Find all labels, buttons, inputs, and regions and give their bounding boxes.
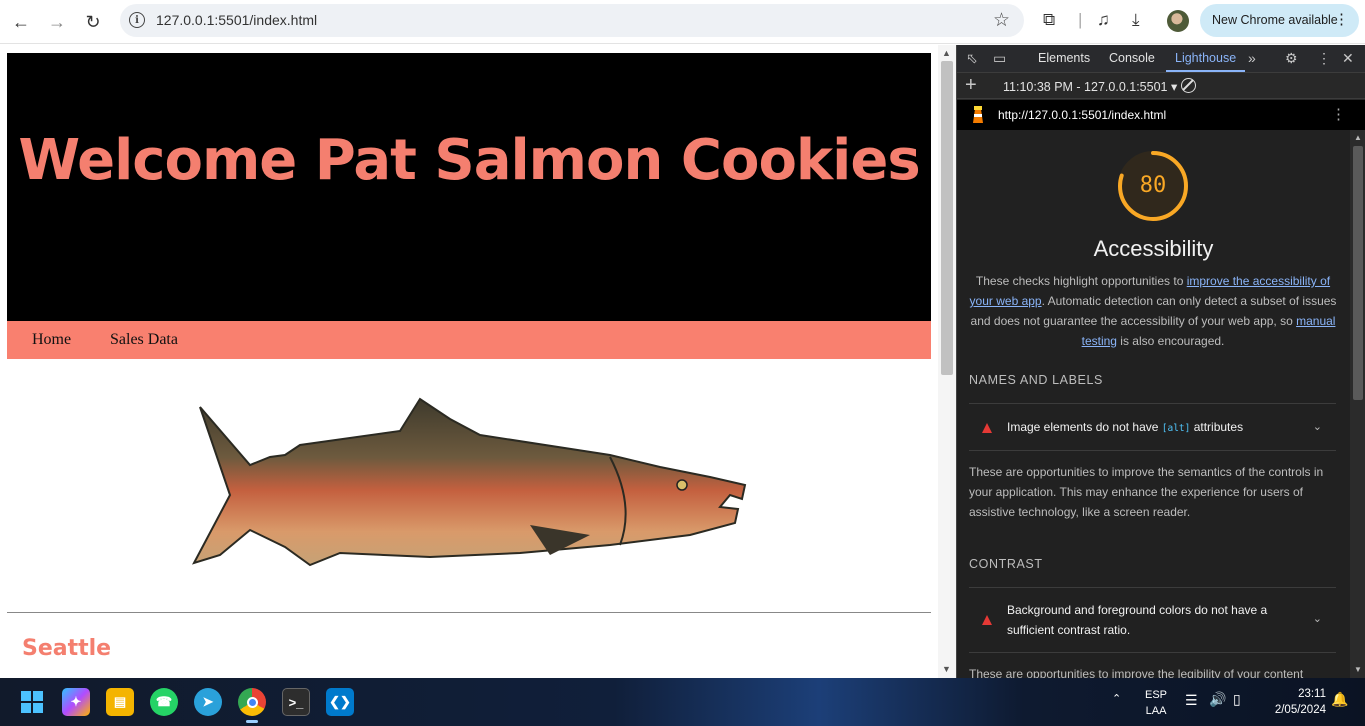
audit-title-image-alt: Image elements do not have [alt] attribu… <box>1007 417 1297 439</box>
audit-title-contrast: Background and foreground colors do not … <box>1007 603 1268 637</box>
chevron-down-icon[interactable]: ⌄ <box>1313 612 1322 625</box>
report-url-bar: http://127.0.0.1:5501/index.html ⋮ <box>957 100 1365 130</box>
fail-triangle-icon <box>982 423 992 433</box>
score-gauge: 80 <box>1115 148 1191 224</box>
tab-console[interactable]: Console <box>1109 51 1155 65</box>
settings-gear-icon[interactable]: ⚙ <box>1285 50 1298 67</box>
devtools-panel: ⬁ ▭ Elements Console Lighthouse » ⚙ ⋮ ✕ … <box>956 45 1365 678</box>
site-info-icon[interactable]: i <box>129 12 145 28</box>
category-description: These checks highlight opportunities to … <box>967 271 1339 351</box>
update-label: New Chrome available <box>1212 13 1338 27</box>
chrome-menu-icon[interactable]: ⋮ <box>1334 10 1349 28</box>
page-scrollbar[interactable]: ▲ ▼ <box>938 45 956 678</box>
language-indicator[interactable]: ESP LAA <box>1145 687 1167 719</box>
wifi-icon[interactable]: ☰ <box>1185 692 1198 709</box>
report-url: http://127.0.0.1:5501/index.html <box>998 108 1167 122</box>
new-chrome-available-button[interactable]: New Chrome available ⋮ <box>1200 4 1359 37</box>
lighthouse-logo-icon <box>973 106 983 123</box>
devtools-scrollbar[interactable]: ▲ ▼ <box>1350 130 1365 678</box>
chrome-taskbar-icon[interactable] <box>238 688 266 723</box>
page-scrollbar-thumb[interactable] <box>941 61 953 375</box>
report-menu-icon[interactable]: ⋮ <box>1331 105 1346 123</box>
clock-time: 23:11 <box>1298 688 1326 700</box>
salmon-image <box>191 397 747 567</box>
audit-color-contrast[interactable]: Background and foreground colors do not … <box>969 587 1336 653</box>
group-description-names-labels: These are opportunities to improve the s… <box>969 465 1324 519</box>
browser-toolbar: ← → ↻ i 127.0.0.1:5501/index.html ☆ ⧉ | … <box>0 0 1365 44</box>
group-description-contrast: These are opportunities to improve the l… <box>969 667 1304 678</box>
language-code: ESP <box>1145 689 1168 701</box>
score-value: 80 <box>1139 173 1167 198</box>
profile-avatar[interactable] <box>1167 10 1189 32</box>
keyboard-layout: LAA <box>1145 705 1167 717</box>
new-report-plus-icon[interactable]: + <box>965 74 977 97</box>
category-title: Accessibility <box>1093 236 1214 261</box>
reload-icon[interactable]: ↻ <box>79 8 107 36</box>
lighthouse-toolbar: + 11:10:38 PM - 127.0.0.1:5501 ▾ <box>957 73 1365 99</box>
vscode-icon[interactable]: ❮❯ <box>326 688 354 716</box>
back-arrow-icon[interactable]: ← <box>7 8 35 36</box>
scroll-up-icon[interactable]: ▲ <box>942 48 951 58</box>
scroll-down-icon[interactable]: ▼ <box>1354 665 1362 674</box>
group-heading-contrast: CONTRAST <box>969 557 1043 571</box>
device-toolbar-icon[interactable]: ▭ <box>993 50 1006 67</box>
fail-triangle-icon <box>982 615 992 625</box>
copilot-icon[interactable]: ✦ <box>62 688 90 716</box>
bookmark-star-icon[interactable]: ☆ <box>993 9 1010 32</box>
audit-image-alt[interactable]: Image elements do not have [alt] attribu… <box>969 403 1336 451</box>
clock-date: 2/05/2024 <box>1274 704 1326 716</box>
file-explorer-icon[interactable]: ▤ <box>106 688 134 716</box>
notification-bell-icon[interactable]: 🔔 <box>1331 691 1348 708</box>
report-selector[interactable]: 11:10:38 PM - 127.0.0.1:5501 ▾ <box>1003 79 1177 94</box>
tab-lighthouse[interactable]: Lighthouse <box>1165 51 1246 72</box>
nav-sales-data-link[interactable]: Sales Data <box>110 331 178 349</box>
scroll-down-icon[interactable]: ▼ <box>942 664 951 674</box>
clear-reports-icon[interactable] <box>1181 78 1196 93</box>
hero-banner: Welcome Pat Salmon Cookies <box>7 53 931 321</box>
address-url[interactable]: 127.0.0.1:5501/index.html <box>156 12 317 28</box>
description-text-3: is also encouraged. <box>1116 334 1225 348</box>
group-heading-names-labels: NAMES AND LABELS <box>969 373 1103 387</box>
system-clock[interactable]: 23:11 2/05/2024 <box>1262 686 1326 718</box>
nav-home-link[interactable]: Home <box>32 331 71 349</box>
web-page: Welcome Pat Salmon Cookies Home Sales Da… <box>0 45 956 678</box>
download-icon[interactable]: ⤓ <box>1132 10 1140 30</box>
whatsapp-icon[interactable]: ☎ <box>150 688 178 716</box>
lighthouse-report: 80 Accessibility These checks highlight … <box>957 130 1350 678</box>
extensions-icon[interactable]: ⧉ <box>1043 10 1055 30</box>
description-text-1: These checks highlight opportunities to <box>975 274 1187 288</box>
report-session-label: 11:10:38 PM - 127.0.0.1:5501 <box>1003 80 1168 94</box>
hero-title: Welcome Pat Salmon Cookies <box>18 128 920 193</box>
telegram-icon[interactable]: ➤ <box>194 688 222 716</box>
toolbar-separator: | <box>1078 10 1083 29</box>
site-nav: Home Sales Data <box>7 321 931 359</box>
media-control-icon[interactable]: ♫ <box>1097 10 1110 30</box>
inspect-element-icon[interactable]: ⬁ <box>966 50 978 67</box>
alt-code-label: [alt] <box>1161 423 1191 434</box>
forward-arrow-icon[interactable]: → <box>43 8 71 36</box>
audit-title-text: Image elements do not have <box>1007 420 1162 434</box>
tray-overflow-chevron-icon[interactable]: ⌃ <box>1112 692 1121 705</box>
scroll-up-icon[interactable]: ▲ <box>1354 133 1362 142</box>
volume-icon[interactable]: 🔊 <box>1209 691 1226 708</box>
city-heading: Seattle <box>22 636 112 661</box>
close-devtools-icon[interactable]: ✕ <box>1342 50 1354 67</box>
more-tabs-icon[interactable]: » <box>1248 50 1256 66</box>
devtools-tabbar: ⬁ ▭ Elements Console Lighthouse » ⚙ ⋮ ✕ <box>957 45 1365 73</box>
devtools-menu-icon[interactable]: ⋮ <box>1317 50 1331 67</box>
section-divider <box>7 612 931 613</box>
windows-taskbar: ✦ ▤ ☎ ➤ >_ ❮❯ ⌃ ESP LAA ☰ 🔊 ▯ 23:11 2/05… <box>0 678 1365 726</box>
battery-icon[interactable]: ▯ <box>1233 691 1241 708</box>
address-bar[interactable]: i 127.0.0.1:5501/index.html ☆ <box>120 4 1024 37</box>
terminal-icon[interactable]: >_ <box>282 688 310 716</box>
audit-title-suffix: attributes <box>1190 420 1244 434</box>
chevron-down-icon[interactable]: ⌄ <box>1313 420 1322 433</box>
devtools-scrollbar-thumb[interactable] <box>1353 146 1363 400</box>
tab-elements[interactable]: Elements <box>1038 51 1090 65</box>
windows-start-icon[interactable] <box>18 688 46 716</box>
